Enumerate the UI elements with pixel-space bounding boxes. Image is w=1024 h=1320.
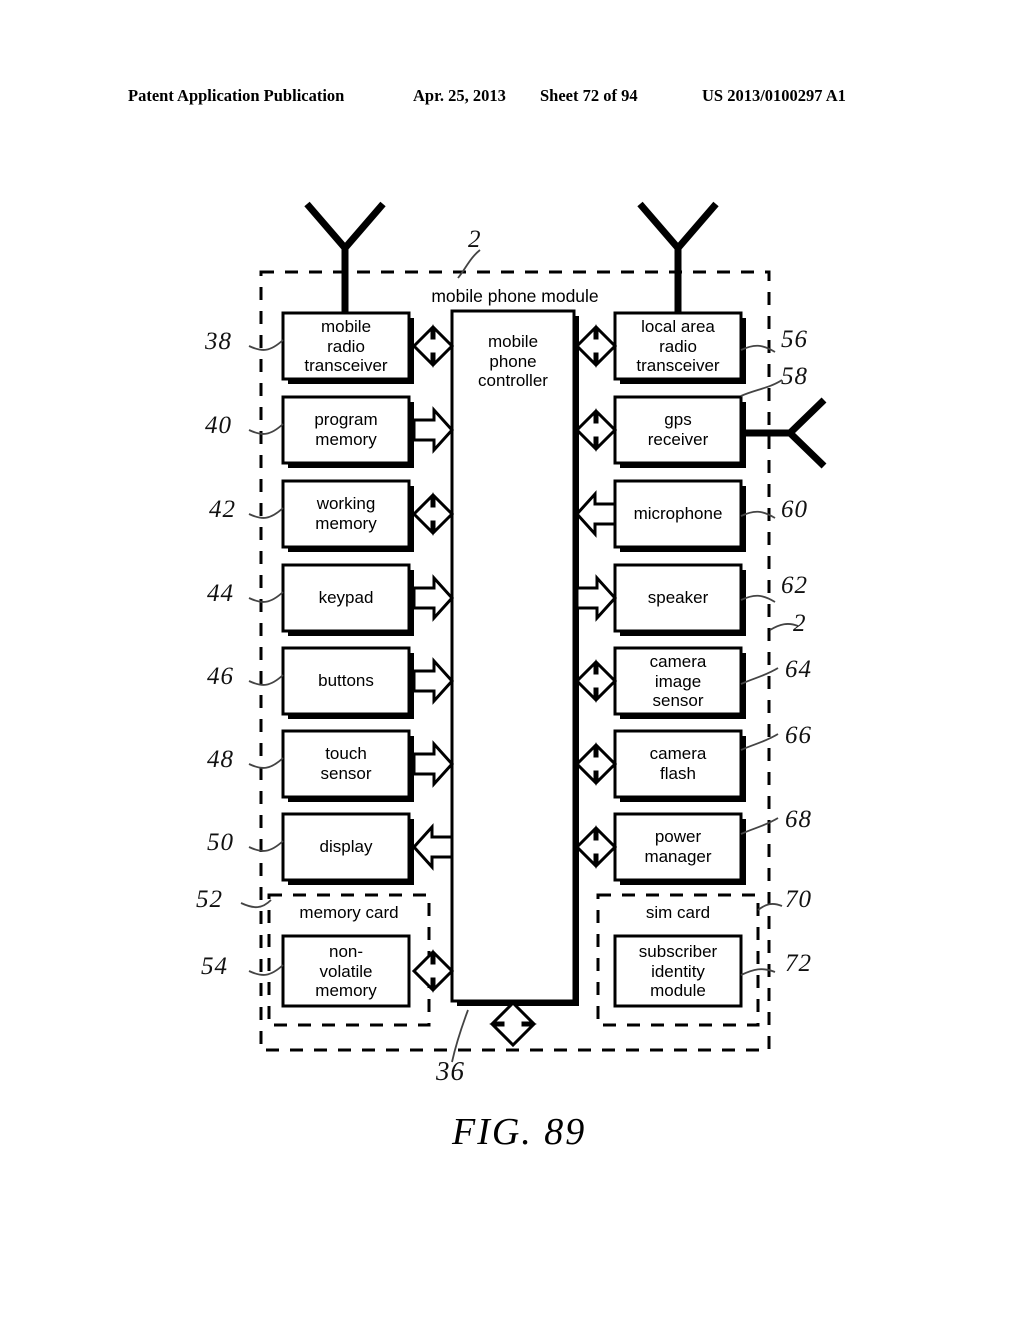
figure-caption: FIG. 89 xyxy=(452,1111,587,1153)
camera-flash-box xyxy=(613,729,743,799)
ref-2-right: 2 xyxy=(793,610,807,637)
ref-40: 40 xyxy=(205,412,232,439)
working-memory-box xyxy=(281,479,411,549)
ref-72: 72 xyxy=(785,950,812,977)
speaker-box xyxy=(613,563,743,633)
arrow-gps-receiver xyxy=(574,408,618,452)
ref-38: 38 xyxy=(205,328,232,355)
leader-36 xyxy=(451,1009,469,1063)
leader-42 xyxy=(248,507,284,519)
ref-50: 50 xyxy=(207,829,234,856)
leader-58 xyxy=(740,379,783,397)
ref-48: 48 xyxy=(207,746,234,773)
ref-54: 54 xyxy=(201,953,228,980)
power-manager-box xyxy=(613,812,743,882)
leader-70 xyxy=(757,903,783,911)
leader-62 xyxy=(740,594,776,603)
touch-sensor-box xyxy=(281,729,411,799)
subscriber-identity-module-box xyxy=(613,934,743,1008)
gps-receiver-box xyxy=(613,395,743,465)
arrow-camera-flash xyxy=(574,742,618,786)
arrow-program-memory xyxy=(412,406,455,454)
gps-antenna-icon xyxy=(742,397,827,469)
ref-62: 62 xyxy=(781,572,808,599)
leader-46 xyxy=(248,674,284,686)
arrow-display xyxy=(411,823,454,871)
ref-46: 46 xyxy=(207,663,234,690)
arrow-speaker xyxy=(575,574,618,622)
mobile-radio-transceiver-box xyxy=(281,311,411,381)
leader-68 xyxy=(740,817,779,835)
leader-54 xyxy=(248,964,284,976)
arrow-power-manager xyxy=(574,825,618,869)
display-box xyxy=(281,812,411,882)
arrow-microphone xyxy=(574,490,617,538)
arrow-camera-image-sensor xyxy=(574,659,618,703)
leader-48 xyxy=(248,757,284,769)
leader-66 xyxy=(740,733,779,751)
memory-card-title: memory card xyxy=(299,903,399,922)
ref-60: 60 xyxy=(781,496,808,523)
patent-figure-89: mobile phone module memory card sim card… xyxy=(0,0,1024,1320)
arrow-keypad xyxy=(412,574,455,622)
arrow-working-memory xyxy=(411,492,455,536)
leader-38 xyxy=(248,339,284,351)
arrow-mobile-radio-transceiver xyxy=(411,324,455,368)
camera-image-sensor-box xyxy=(613,646,743,716)
ref-66: 66 xyxy=(785,722,812,749)
mobile-phone-module-title: mobile phone module xyxy=(431,286,599,306)
local-area-radio-transceiver-box xyxy=(613,311,743,381)
keypad-box xyxy=(281,563,411,633)
ref-44: 44 xyxy=(207,580,234,607)
ref-52: 52 xyxy=(196,886,223,913)
ref-36: 36 xyxy=(436,1056,465,1086)
sim-card-title: sim card xyxy=(645,903,711,922)
arrow-non-volatile-memory xyxy=(411,949,455,993)
ref-68: 68 xyxy=(785,806,812,833)
arrow-local-area-radio-transceiver xyxy=(574,324,618,368)
bus-arrow-36 xyxy=(489,1000,537,1048)
arrow-touch-sensor xyxy=(412,740,455,788)
leader-64 xyxy=(740,667,779,685)
leader-40 xyxy=(248,423,284,435)
leader-52 xyxy=(240,899,272,909)
leader-50 xyxy=(248,840,284,852)
ref-42: 42 xyxy=(209,496,236,523)
program-memory-box xyxy=(281,395,411,465)
ref-58: 58 xyxy=(781,363,808,390)
ref-2-top: 2 xyxy=(468,226,482,253)
ref-64: 64 xyxy=(785,656,812,683)
non-volatile-memory-box xyxy=(281,934,411,1008)
microphone-box xyxy=(613,479,743,549)
ref-70: 70 xyxy=(785,886,812,913)
ref-56: 56 xyxy=(781,326,808,353)
arrow-buttons xyxy=(412,657,455,705)
mobile-phone-controller-box xyxy=(450,309,576,1003)
leader-2-top xyxy=(457,249,481,279)
leader-44 xyxy=(248,591,284,603)
buttons-box xyxy=(281,646,411,716)
